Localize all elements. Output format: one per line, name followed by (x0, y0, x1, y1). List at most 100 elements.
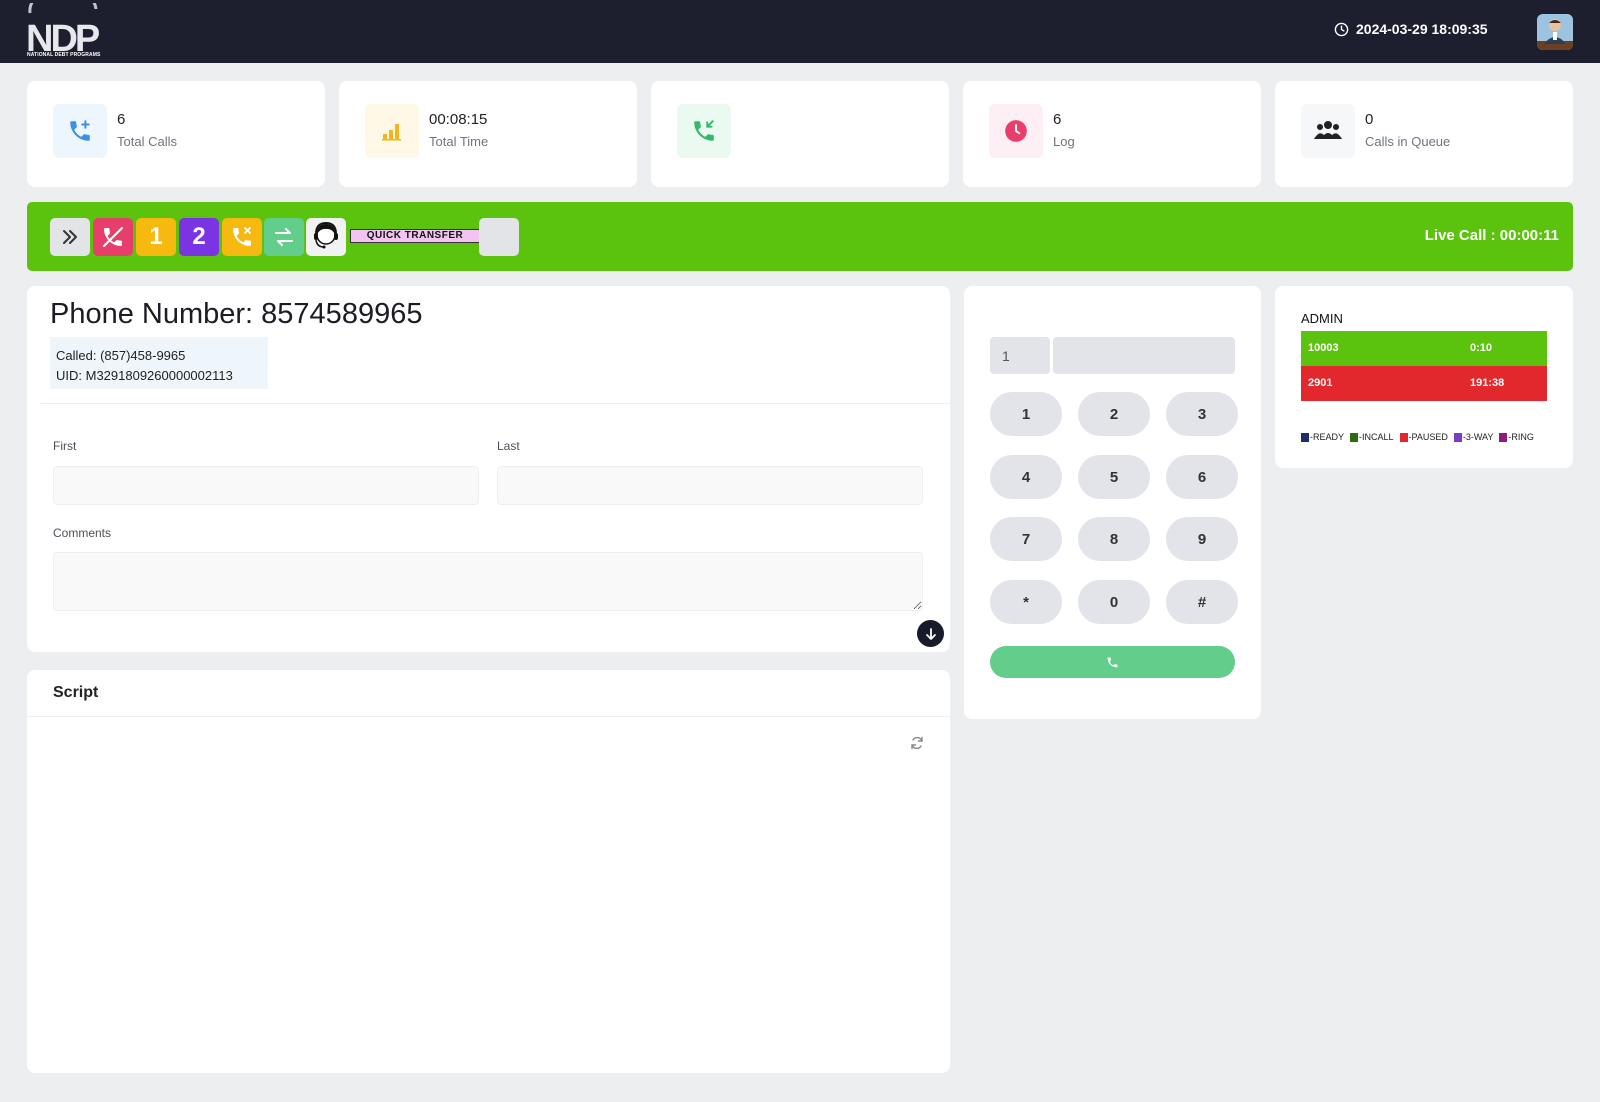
dialpad-key[interactable]: 0 (1078, 580, 1150, 624)
top-navbar: NDP NATIONAL DEBT PROGRAMS 2024-03-29 18… (0, 0, 1600, 63)
script-panel: Script (27, 670, 977, 1073)
comments-label: Comments (53, 526, 112, 540)
script-divider (27, 716, 977, 717)
line-2-button[interactable]: 2 (179, 218, 219, 256)
stat-value: 0 (1365, 111, 1374, 128)
line-1-button[interactable]: 1 (136, 218, 176, 256)
call-info-box: Called: (857)458-9965 UID: M329180926000… (50, 337, 268, 389)
missed-call-button[interactable] (222, 218, 262, 256)
stat-icon-box (53, 104, 107, 158)
double-chevron-right-icon (63, 230, 77, 244)
stat-value: 6 (117, 111, 126, 128)
legend-incall: -INCALL (1350, 432, 1394, 442)
dialpad-panel: 123 456 789 * 0 # (964, 286, 1261, 719)
transfer-button[interactable] (264, 218, 304, 256)
hangup-button[interactable] (93, 218, 133, 256)
scroll-down-button[interactable] (917, 620, 944, 647)
customer-info-panel: Phone Number: 8574589965 Called: (857)45… (27, 286, 977, 652)
users-icon (1314, 121, 1342, 139)
first-name-input[interactable] (53, 466, 479, 505)
call-uid: UID: M3291809260000002113 (56, 368, 233, 383)
refresh-icon[interactable] (910, 736, 924, 750)
clock-icon (1005, 120, 1027, 142)
stat-label: Calls in Queue (1365, 134, 1451, 149)
legend-ring: -RING (1499, 432, 1534, 442)
logo-caption: NATIONAL DEBT PROGRAMS (27, 52, 101, 58)
stat-card-total-calls: 6 Total Calls (27, 81, 325, 187)
legend-3way: -3-WAY (1453, 432, 1494, 442)
dial-call-button[interactable] (990, 646, 1235, 678)
agent-time: 0:10 (1470, 342, 1493, 354)
dial-number-input[interactable] (1053, 337, 1235, 374)
clock-icon (1334, 22, 1349, 36)
section-divider (41, 403, 977, 404)
dialpad-key[interactable]: 7 (990, 517, 1062, 561)
datetime-display: 2024-03-29 18:09:35 (1334, 21, 1488, 37)
dialpad-key[interactable]: 2 (1078, 392, 1150, 436)
phone-missed-icon (233, 227, 251, 246)
blank-action-button[interactable] (479, 218, 519, 256)
last-name-label: Last (497, 439, 520, 453)
agent-row[interactable]: 10003 0:10 (1301, 331, 1547, 366)
agent-headset-button[interactable] (306, 218, 346, 256)
stat-card-incoming (651, 81, 949, 187)
agent-time: 191:38 (1470, 377, 1505, 389)
legend-paused: -PAUSED (1399, 432, 1448, 442)
agent-extension: 2901 (1308, 377, 1333, 389)
phone-incoming-icon (694, 120, 714, 141)
phone-number-title: Phone Number: 8574589965 (50, 298, 423, 330)
stat-label: Total Calls (117, 134, 177, 149)
headset-agent-icon (314, 221, 338, 249)
transfer-arrows-icon (275, 228, 293, 246)
stat-icon-box (365, 104, 419, 158)
stat-card-calls-in-queue: 0 Calls in Queue (1275, 81, 1573, 187)
live-call-timer: Live Call : 00:00:11 (1424, 227, 1559, 244)
status-legend: -READY -INCALL -PAUSED -3-WAY -RING (1301, 432, 1534, 442)
stat-icon-box (1301, 104, 1355, 158)
stat-label: Log (1053, 134, 1075, 149)
phone-hangup-icon (103, 227, 123, 247)
stat-card-total-time: 00:08:15 Total Time (339, 81, 637, 187)
legend-label: -3-WAY (1462, 432, 1494, 442)
legend-label: -RING (1508, 432, 1534, 442)
stat-label: Total Time (429, 134, 489, 149)
legend-label: -INCALL (1359, 432, 1394, 442)
dialpad-key[interactable]: 1 (990, 392, 1062, 436)
dialpad-key[interactable]: 6 (1166, 455, 1238, 499)
quick-transfer-button[interactable]: QUICK TRANSFER (350, 229, 480, 243)
comments-textarea[interactable] (53, 552, 923, 611)
dialpad-key[interactable]: 3 (1166, 392, 1238, 436)
agent-row[interactable]: 2901 191:38 (1301, 366, 1547, 401)
call-control-bar: 1 2 QUICK TRANSFER Live Call : 00:00:11 (27, 202, 1573, 271)
dialpad-key[interactable]: * (990, 580, 1062, 624)
script-title: Script (53, 684, 99, 701)
phone-icon (1107, 657, 1118, 667)
dialpad-key[interactable]: # (1166, 580, 1238, 624)
user-avatar[interactable] (1537, 14, 1573, 50)
dialpad-key[interactable]: 8 (1078, 517, 1150, 561)
legend-ready: -READY (1301, 432, 1344, 442)
dial-prefix-input[interactable] (990, 337, 1050, 374)
legend-label: -READY (1310, 432, 1345, 442)
stat-value: 00:08:15 (429, 111, 488, 128)
called-number: Called: (857)458-9965 (56, 348, 186, 363)
user-avatar-image (1537, 14, 1573, 50)
bar-chart-icon (382, 124, 401, 141)
phone-plus-icon (70, 120, 90, 141)
agent-extension: 10003 (1308, 342, 1339, 354)
stat-icon-box (677, 104, 731, 158)
first-name-label: First (53, 439, 77, 453)
dialpad-key[interactable]: 9 (1166, 517, 1238, 561)
dialpad-key[interactable]: 4 (990, 455, 1062, 499)
admin-agents-panel: ADMIN 10003 0:10 2901 191:38 -READY -INC… (1275, 286, 1573, 468)
admin-title: ADMIN (1301, 311, 1343, 326)
dialpad-key[interactable]: 5 (1078, 455, 1150, 499)
last-name-input[interactable] (497, 466, 923, 505)
stat-card-log[interactable]: 6 Log (963, 81, 1261, 187)
stat-value: 6 (1053, 111, 1062, 128)
legend-label: -PAUSED (1408, 432, 1448, 442)
stat-icon-box (989, 104, 1043, 158)
expand-button[interactable] (50, 218, 90, 256)
datetime-text: 2024-03-29 18:09:35 (1356, 21, 1488, 37)
arrow-down-icon (925, 627, 936, 640)
